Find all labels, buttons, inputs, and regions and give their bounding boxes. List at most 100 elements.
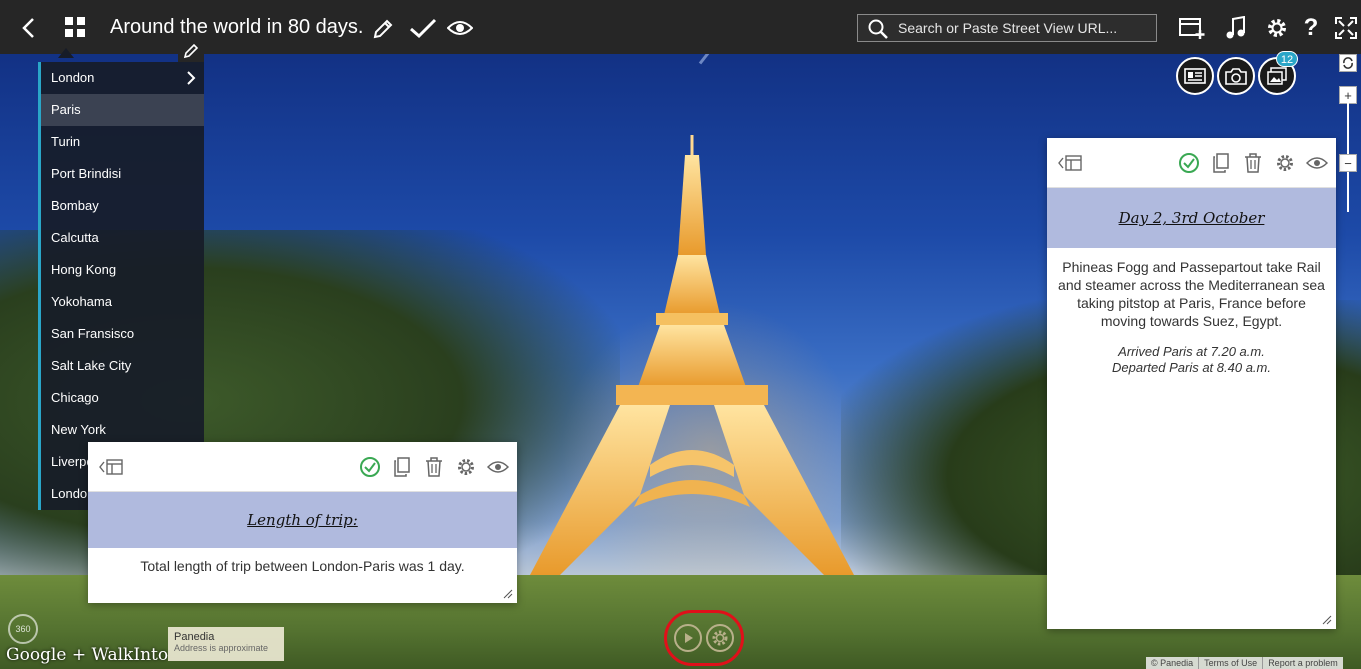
card-header xyxy=(88,442,517,492)
footer-links: © Panedia Terms of Use Report a problem xyxy=(1146,657,1343,669)
id-card-icon xyxy=(1184,68,1206,84)
resize-handle-icon[interactable] xyxy=(1322,615,1332,625)
search-icon xyxy=(868,19,888,39)
question-icon: ? xyxy=(1303,14,1319,41)
scene-menu-item-label: Calcutta xyxy=(51,230,99,245)
terms-link[interactable]: Terms of Use xyxy=(1198,657,1262,669)
card-delete-button[interactable] xyxy=(421,454,447,480)
card-heading: Day 2, 3rd October xyxy=(1118,209,1265,227)
copyright-link[interactable]: © Panedia xyxy=(1146,657,1198,669)
scene-menu-item[interactable]: London xyxy=(41,62,204,94)
scene-menu-item[interactable]: Turin xyxy=(41,126,204,158)
scene-menu-item[interactable]: Chicago xyxy=(41,382,204,414)
scene-menu-item[interactable]: Port Brindisi xyxy=(41,158,204,190)
card-title-banner: Length of trip: xyxy=(88,492,517,548)
pencil-icon xyxy=(183,43,199,59)
gear-icon xyxy=(458,459,474,475)
search-placeholder: Search or Paste Street View URL... xyxy=(898,20,1118,36)
scene-menu-item-label: Port Brindisi xyxy=(51,166,122,181)
grid-menu-button[interactable] xyxy=(62,14,88,40)
snapshot-button[interactable] xyxy=(1217,57,1255,95)
images-icon xyxy=(1267,67,1287,85)
menu-caret xyxy=(58,48,74,58)
scene-menu-item[interactable]: Hong Kong xyxy=(41,254,204,286)
card-settings-button[interactable] xyxy=(453,454,479,480)
address-note: Address is approximate xyxy=(174,643,269,653)
fullscreen-button[interactable] xyxy=(1333,14,1359,42)
card-body-text: Total length of trip between London-Pari… xyxy=(140,558,465,574)
plus-icon: + xyxy=(1344,87,1352,103)
edit-title-button[interactable] xyxy=(370,16,396,42)
zoom-out-button[interactable]: − xyxy=(1339,154,1357,172)
eye-icon xyxy=(487,461,509,473)
card-confirm-button[interactable] xyxy=(357,454,383,480)
street-view-search-input[interactable]: Search or Paste Street View URL... xyxy=(857,14,1157,42)
edit-scenes-button[interactable] xyxy=(178,40,204,62)
checkmark-icon xyxy=(410,18,437,39)
gallery-button[interactable]: 12 xyxy=(1258,51,1298,95)
trash-icon xyxy=(426,457,442,477)
layout-toggle-icon xyxy=(1058,155,1082,171)
card-body-text: Phineas Fogg and Passepartout take Rail … xyxy=(1058,259,1325,329)
scene-menu-item[interactable]: Calcutta xyxy=(41,222,204,254)
eye-icon xyxy=(1306,157,1328,169)
card-visibility-button[interactable] xyxy=(1304,150,1330,176)
add-scene-button[interactable] xyxy=(1177,14,1207,42)
playback-settings-button[interactable] xyxy=(706,624,734,652)
card-delete-button[interactable] xyxy=(1240,150,1266,176)
back-button[interactable] xyxy=(16,14,40,42)
card-layout-button[interactable] xyxy=(1055,150,1085,176)
layout-toggle-icon xyxy=(99,459,123,475)
card-settings-button[interactable] xyxy=(1272,150,1298,176)
scene-menu-item[interactable]: Bombay xyxy=(41,190,204,222)
report-problem-link[interactable]: Report a problem xyxy=(1262,657,1343,669)
grid-icon xyxy=(65,17,85,37)
eye-icon xyxy=(447,21,473,35)
scene-menu-item-label: Hong Kong xyxy=(51,262,117,277)
rotate-icon xyxy=(1343,57,1353,69)
info-card-button[interactable] xyxy=(1176,57,1214,95)
scene-menu-item-label: London xyxy=(51,70,95,85)
chevron-right-icon[interactable] xyxy=(186,70,196,86)
check-circle-icon xyxy=(360,457,380,477)
rotate-button[interactable] xyxy=(1339,54,1357,72)
copy-icon xyxy=(394,457,410,477)
scene-menu-item[interactable]: Salt Lake City xyxy=(41,350,204,382)
scene-menu-item-label: Bombay xyxy=(51,198,99,213)
help-button[interactable]: ? xyxy=(1300,14,1322,42)
scene-menu-item[interactable]: Paris xyxy=(41,94,204,126)
play-icon xyxy=(685,633,693,643)
departure-time: Departed Paris at 8.40 a.m. xyxy=(1112,360,1271,375)
arrival-time: Arrived Paris at 7.20 a.m. xyxy=(1118,344,1265,359)
preview-button[interactable] xyxy=(446,14,474,42)
resize-handle-icon[interactable] xyxy=(503,589,513,599)
card-layout-button[interactable] xyxy=(96,454,126,480)
check-circle-icon xyxy=(1179,153,1199,173)
play-button[interactable] xyxy=(674,624,702,652)
card-copy-button[interactable] xyxy=(1208,150,1234,176)
settings-button[interactable] xyxy=(1263,14,1291,42)
scene-menu-item-label: Paris xyxy=(51,102,81,117)
trash-icon xyxy=(1245,153,1261,173)
save-check-button[interactable] xyxy=(408,14,438,42)
camera-icon xyxy=(1225,68,1247,85)
info-card-day[interactable]: Day 2, 3rd October Phineas Fogg and Pass… xyxy=(1047,138,1336,629)
card-visibility-button[interactable] xyxy=(485,454,511,480)
gear-icon xyxy=(1277,155,1293,171)
panorama-360-icon[interactable]: 360 xyxy=(8,614,38,644)
location-info-box: Panedia Address is approximate xyxy=(168,627,284,661)
info-card-trip-length[interactable]: Length of trip: Total length of trip bet… xyxy=(88,442,517,603)
scene-menu-item-label: Chicago xyxy=(51,390,99,405)
scene-menu-item[interactable]: San Fransisco xyxy=(41,318,204,350)
gallery-count-badge: 12 xyxy=(1276,51,1298,67)
gear-icon xyxy=(1268,19,1286,37)
zoom-controls: + − xyxy=(1339,54,1357,212)
music-button[interactable] xyxy=(1222,14,1250,42)
eiffel-tower xyxy=(530,135,854,575)
card-heading: Length of trip: xyxy=(247,511,358,529)
music-note-icon xyxy=(1226,16,1245,39)
google-walkinto-logo: Google + WalkInto xyxy=(6,645,169,665)
card-copy-button[interactable] xyxy=(389,454,415,480)
card-confirm-button[interactable] xyxy=(1176,150,1202,176)
scene-menu-item[interactable]: Yokohama xyxy=(41,286,204,318)
